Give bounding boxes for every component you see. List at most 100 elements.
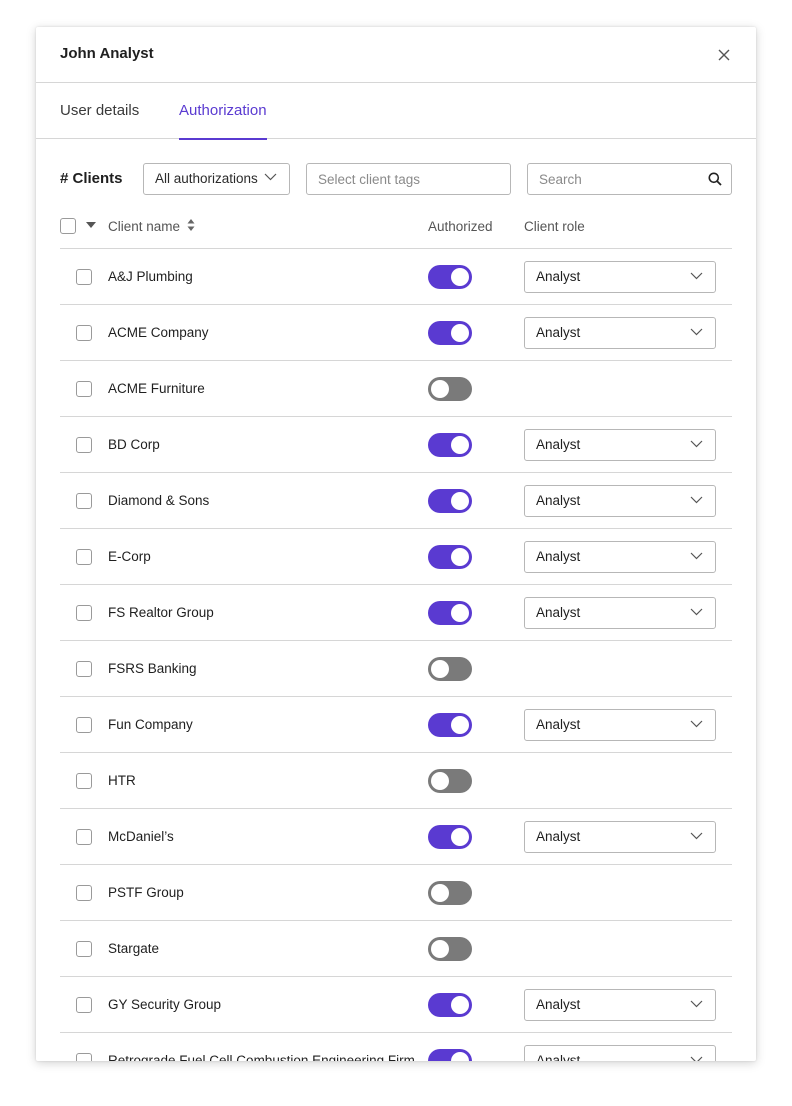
client-role-value: Analyst [536,997,581,1012]
select-all-checkbox[interactable] [60,218,76,234]
table-row: A&J Plumbing Analyst [60,249,732,305]
table-row: McDaniel’s Analyst [60,809,732,865]
authorization-filter-dropdown[interactable]: All authorizations [143,163,290,195]
client-role-value: Analyst [536,549,581,564]
authorized-toggle[interactable] [428,937,472,961]
client-name: Stargate [108,941,160,956]
client-name: A&J Plumbing [108,269,193,284]
row-checkbox[interactable] [76,549,92,565]
client-role-value: Analyst [536,493,581,508]
client-role-select[interactable]: Analyst [524,989,716,1021]
table-row: GY Security Group Analyst [60,977,732,1033]
chevron-down-icon [690,440,703,448]
row-checkbox[interactable] [76,661,92,677]
client-name: GY Security Group [108,997,222,1012]
clients-table: Client name Authorized Client role A&J P… [60,211,732,1061]
authorized-toggle[interactable] [428,657,472,681]
toggle-knob [451,996,469,1014]
authorized-toggle[interactable] [428,265,472,289]
client-name: FSRS Banking [108,661,197,676]
authorization-filter-value: All authorizations [155,171,258,186]
row-checkbox[interactable] [76,885,92,901]
table-row: BD Corp Analyst [60,417,732,473]
toggle-knob [431,660,449,678]
authorized-toggle[interactable] [428,713,472,737]
client-role-select[interactable]: Analyst [524,429,716,461]
table-row: Stargate [60,921,732,977]
chevron-down-icon [690,608,703,616]
table-header: Client name Authorized Client role [60,211,732,249]
row-checkbox[interactable] [76,437,92,453]
dialog-title: John Analyst [60,45,154,62]
row-checkbox[interactable] [76,381,92,397]
sort-icon[interactable] [187,218,195,232]
chevron-down-icon [690,832,703,840]
client-role-select[interactable]: Analyst [524,317,716,349]
table-row: FS Realtor Group Analyst [60,585,732,641]
table-row: Diamond & Sons Analyst [60,473,732,529]
client-name: PSTF Group [108,885,184,900]
column-header-authorized: Authorized [428,219,493,234]
client-tags-input[interactable] [306,163,511,195]
client-role-select[interactable]: Analyst [524,485,716,517]
chevron-down-icon [690,496,703,504]
tab-user-details[interactable]: User details [60,83,139,139]
client-role-select[interactable]: Analyst [524,709,716,741]
row-checkbox[interactable] [76,325,92,341]
client-name: Fun Company [108,717,193,732]
client-name: Diamond & Sons [108,493,210,508]
client-name: FS Realtor Group [108,605,214,620]
select-menu-caret-icon[interactable] [86,222,96,228]
filter-toolbar: # Clients All authorizations [60,163,732,195]
row-checkbox[interactable] [76,493,92,509]
chevron-down-icon [690,272,703,280]
authorization-dialog: John Analyst User details Authorization … [36,27,756,1061]
toggle-knob [431,772,449,790]
clients-count-label: # Clients [60,170,123,187]
row-checkbox[interactable] [76,1053,92,1061]
client-role-select[interactable]: Analyst [524,597,716,629]
chevron-down-icon [690,720,703,728]
client-role-select[interactable]: Analyst [524,261,716,293]
toggle-knob [451,492,469,510]
column-header-client-name[interactable]: Client name [108,219,180,234]
authorized-toggle[interactable] [428,993,472,1017]
row-checkbox[interactable] [76,773,92,789]
row-checkbox[interactable] [76,605,92,621]
row-checkbox[interactable] [76,941,92,957]
client-role-select[interactable]: Analyst [524,1045,716,1061]
client-name: ACME Company [108,325,209,340]
search-box [527,163,732,195]
client-role-select[interactable]: Analyst [524,821,716,853]
authorized-toggle[interactable] [428,769,472,793]
client-name: Retrograde Fuel Cell Combustion Engineer… [108,1053,415,1061]
tab-authorization[interactable]: Authorization [179,83,267,140]
row-checkbox[interactable] [76,997,92,1013]
client-role-value: Analyst [536,325,581,340]
toggle-knob [451,716,469,734]
table-row: ACME Company Analyst [60,305,732,361]
close-button[interactable] [714,45,734,65]
authorized-toggle[interactable] [428,881,472,905]
row-checkbox[interactable] [76,269,92,285]
client-role-select[interactable]: Analyst [524,541,716,573]
authorized-toggle[interactable] [428,1049,472,1061]
search-input[interactable] [528,164,698,194]
table-row: E-Corp Analyst [60,529,732,585]
client-role-value: Analyst [536,829,581,844]
search-icon[interactable] [708,172,722,186]
authorized-toggle[interactable] [428,377,472,401]
client-role-value: Analyst [536,269,581,284]
toggle-knob [451,548,469,566]
authorized-toggle[interactable] [428,825,472,849]
row-checkbox[interactable] [76,829,92,845]
client-name: HTR [108,773,136,788]
authorized-toggle[interactable] [428,601,472,625]
authorized-toggle[interactable] [428,321,472,345]
authorized-toggle[interactable] [428,545,472,569]
client-name: BD Corp [108,437,160,452]
row-checkbox[interactable] [76,717,92,733]
authorized-toggle[interactable] [428,433,472,457]
authorized-toggle[interactable] [428,489,472,513]
toggle-knob [451,828,469,846]
